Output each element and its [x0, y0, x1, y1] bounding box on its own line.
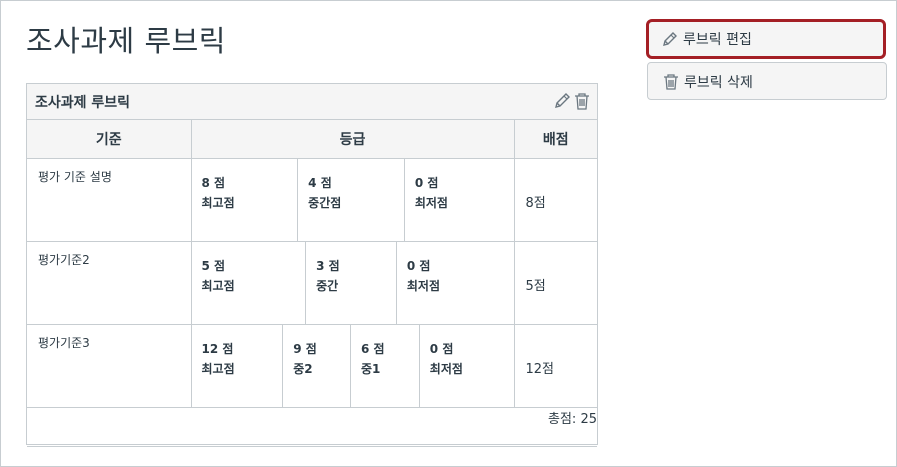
criterion-description: 평가기준3 — [38, 336, 90, 350]
rating-points: 9 점 — [293, 342, 317, 356]
rating-cell: 0 점 최저점 — [420, 325, 514, 407]
rubric-header-row: 기준 등급 배점 — [27, 120, 597, 159]
rating-points: 8 점 — [201, 176, 226, 190]
rating-cell: 8 점 최고점 — [192, 159, 299, 241]
rating-cell: 0 점 최저점 — [397, 242, 514, 324]
pencil-icon — [661, 30, 679, 48]
ratings-group: 8 점 최고점 4 점 중간점 0 점 최저점 — [192, 159, 514, 241]
criterion-points: 8점 — [525, 196, 546, 211]
rating-label: 최저점 — [406, 279, 440, 293]
rating-cell: 3 점 중간 — [306, 242, 397, 324]
rating-label: 중간점 — [308, 196, 342, 210]
total-points: 총점: 25 — [27, 407, 597, 447]
rating-label: 최고점 — [201, 196, 235, 210]
rating-cell: 6 점 중1 — [351, 325, 420, 407]
rating-cell: 12 점 최고점 — [192, 325, 284, 407]
rating-points: 6 점 — [361, 342, 385, 356]
criterion-points: 12점 — [525, 362, 555, 377]
total-row: 총점: 25 — [27, 407, 597, 447]
rating-points: 12 점 — [201, 342, 234, 356]
criterion-points: 5점 — [525, 279, 546, 294]
ratings-group: 12 점 최고점 9 점 중2 6 점 중1 0 점 최저점 — [192, 325, 514, 407]
rating-points: 4 점 — [308, 176, 332, 190]
rating-label: 중간 — [316, 279, 339, 293]
rating-cell: 5 점 최고점 — [192, 242, 307, 324]
rating-label: 최저점 — [429, 362, 463, 376]
edit-rubric-button[interactable]: 루브릭 편집 — [646, 19, 886, 59]
page-title: 조사과제 루브릭 — [26, 24, 226, 58]
rating-cell: 0 점 최저점 — [405, 159, 514, 241]
rating-cell: 9 점 중2 — [283, 325, 351, 407]
rating-points: 0 점 — [414, 176, 439, 190]
rating-points: 3 점 — [316, 259, 340, 273]
rubric-header: 조사과제 루브릭 — [27, 84, 597, 120]
rating-label: 중1 — [361, 362, 381, 376]
ratings-group: 5 점 최고점 3 점 중간 0 점 최저점 — [192, 242, 514, 324]
rating-points: 0 점 — [406, 259, 431, 273]
delete-rubric-label: 루브릭 삭제 — [684, 75, 753, 91]
rating-label: 중2 — [293, 362, 313, 376]
rating-points: 0 점 — [429, 342, 454, 356]
criterion-row: 평가기준2 5 점 최고점 3 점 중간 0 점 최저점 5점 — [27, 241, 597, 325]
rating-label: 최고점 — [201, 279, 235, 293]
edit-rubric-label: 루브릭 편집 — [683, 32, 752, 48]
criterion-row: 평가 기준 설명 8 점 최고점 4 점 중간점 0 점 최저점 8점 — [27, 158, 597, 242]
rubric-panel: 조사과제 루브릭 기준 등급 배점 평가 기준 설명 8 점 최고점 4 점 중… — [26, 83, 598, 447]
trash-icon — [662, 73, 680, 91]
criterion-row: 평가기준3 12 점 최고점 9 점 중2 6 점 중1 0 점 최저점 12점 — [27, 324, 597, 408]
pencil-icon[interactable] — [553, 91, 571, 111]
criteria-column-header: 기준 — [27, 120, 192, 159]
rating-label: 최고점 — [201, 362, 235, 376]
rating-label: 최저점 — [414, 196, 448, 210]
trash-icon[interactable] — [573, 91, 591, 111]
points-column-header: 배점 — [514, 120, 597, 159]
criterion-description: 평가기준2 — [38, 253, 90, 267]
ratings-column-header: 등급 — [191, 120, 515, 159]
rubric-title: 조사과제 루브릭 — [35, 95, 131, 111]
criterion-description: 평가 기준 설명 — [38, 170, 112, 184]
rating-cell: 4 점 중간점 — [298, 159, 405, 241]
rubric-table: 기준 등급 배점 평가 기준 설명 8 점 최고점 4 점 중간점 0 점 최저… — [27, 120, 597, 447]
delete-rubric-button[interactable]: 루브릭 삭제 — [647, 62, 887, 100]
rating-points: 5 점 — [201, 259, 226, 273]
